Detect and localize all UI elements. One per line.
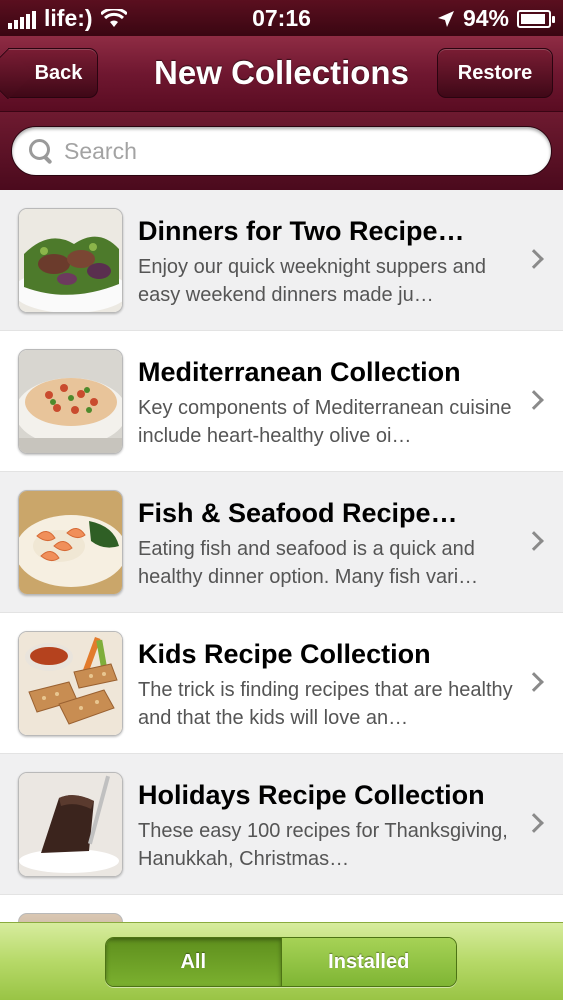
location-arrow-icon [437,10,454,27]
list-item[interactable]: Fish & Seafood Recipe… Eating fish and s… [0,472,563,613]
list-item[interactable]: Kids Recipe Collection The trick is find… [0,613,563,754]
restore-button[interactable]: Restore [437,48,553,98]
status-bar: life:) 07:16 94% [0,0,563,36]
collection-description: Key components of Mediterranean cuisine … [138,397,512,447]
battery-fill [521,13,545,24]
thumbnail-image [18,631,123,736]
collection-description: Enjoy our quick weeknight suppers and ea… [138,256,486,306]
battery-percent: 94% [462,5,509,31]
thumbnail-image [18,913,123,922]
list-item[interactable]: Holidays Recipe Collection These easy 10… [0,754,563,895]
collection-description: The trick is finding recipes that are he… [138,679,513,729]
status-right: 94% [437,5,555,32]
thumbnail-image [18,349,123,454]
search-field[interactable] [11,126,552,176]
collection-title: Dinners for Two Recipe… [138,216,465,246]
collection-description: Eating fish and seafood is a quick and h… [138,538,479,588]
list-item[interactable]: Mediterranean Collection Key components … [0,331,563,472]
list-item[interactable] [0,895,563,922]
collection-title: Kids Recipe Collection [138,639,431,669]
thumbnail-image [18,490,123,595]
navigation-bar: Back New Collections Restore [0,36,563,112]
search-icon [28,138,54,164]
collection-title: Fish & Seafood Recipe… [138,498,458,528]
collection-list[interactable]: Dinners for Two Recipe… Enjoy our quick … [0,190,563,922]
collection-title: Holidays Recipe Collection [138,780,485,810]
segment-installed[interactable]: Installed [280,938,456,986]
segment-all[interactable]: All [106,938,281,986]
collection-description: These easy 100 recipes for Thanksgiving,… [138,820,508,870]
battery-charging-icon [517,9,555,28]
thumbnail-image [18,772,123,877]
search-input[interactable] [64,137,524,165]
bottom-toolbar: All Installed [0,922,563,1000]
collection-title: Mediterranean Collection [138,357,461,387]
thumbnail-image [18,208,123,313]
filter-segmented-control: All Installed [105,937,457,987]
list-item[interactable]: Dinners for Two Recipe… Enjoy our quick … [0,190,563,331]
search-bar [0,112,563,190]
